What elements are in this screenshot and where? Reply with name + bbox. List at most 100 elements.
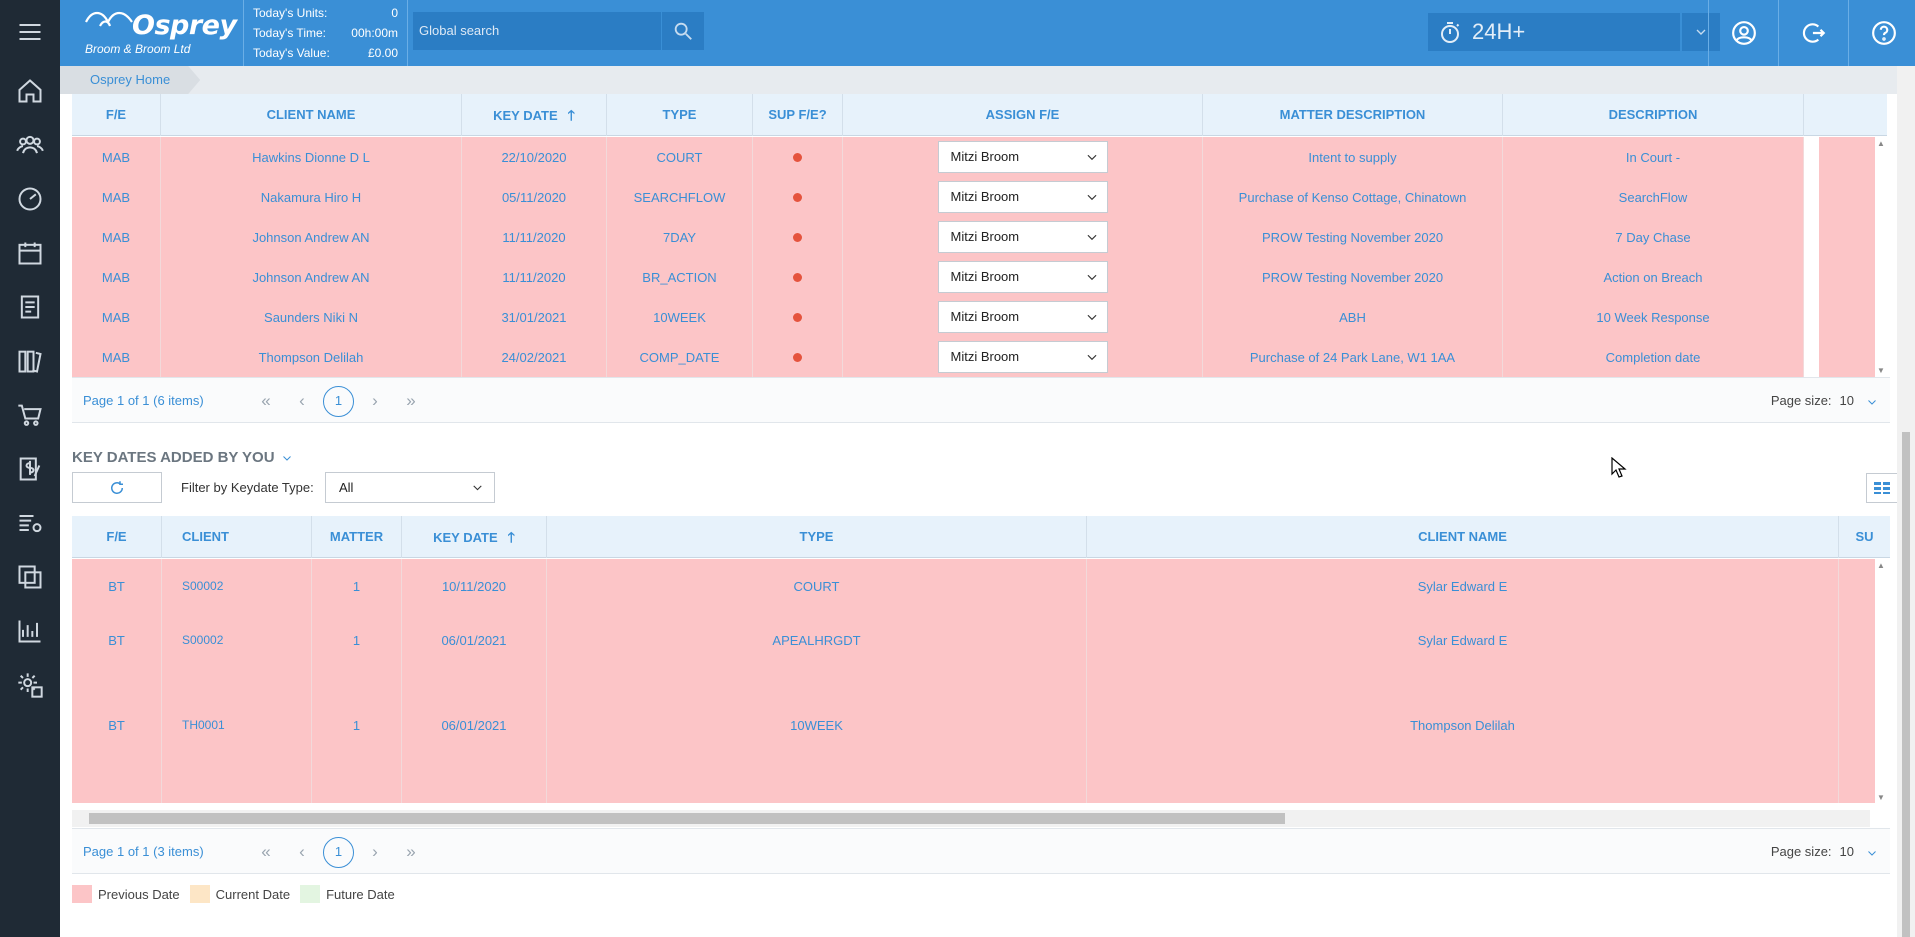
search-button[interactable] [662,12,704,50]
grid1-vertical-scrollbar[interactable]: ▲ ▼ [1875,137,1890,377]
page-size-selector[interactable]: Page size: 10 [1771,829,1878,875]
assign-fe-value: Mitzi Broom [950,349,1020,364]
today-value-value: £0.00 [367,46,398,60]
table-row[interactable]: MAB Saunders Niki N 31/01/2021 10WEEK Mitzi … [72,297,1875,337]
cell-fe-text: MAB [101,269,131,285]
global-search-input[interactable]: Global search [413,12,661,50]
cell-client-name: Thompson Delilah [161,337,462,377]
table-row[interactable]: MAB Johnson Andrew AN 11/11/2020 BR_ACTION M… [72,257,1875,297]
page-size-selector[interactable]: Page size: 10 [1771,378,1878,424]
col-matter[interactable]: MATTER [312,516,402,558]
cell-type: SEARCHFLOW [607,177,753,217]
col-fe[interactable]: F/E [72,94,161,136]
cell-client-name: Johnson Andrew AN [161,217,462,257]
assign-fe-select[interactable]: Mitzi Broom [937,341,1108,373]
table-row[interactable]: MAB Nakamura Hiro H 05/11/2020 SEARCHFLOW Mi… [72,177,1875,217]
table-row[interactable]: BT TH0001 1 06/01/2021 10WEEK Thompson Delila… [72,667,1890,803]
timer-display[interactable]: 24H+ [1428,13,1680,51]
main-content: F/E CLIENT NAME KEY DATE 🡑 TYPE SUP F/E? … [60,94,1915,937]
cell-description-text: Action on Breach [1603,269,1703,285]
cell-fe: MAB [72,337,161,377]
prev-page-button[interactable]: ‹ [284,842,320,862]
cell-description: SearchFlow [1503,177,1804,217]
cell-matter-description: PROW Testing November 2020 [1203,217,1503,257]
col-client-name[interactable]: CLIENT NAME [161,94,462,136]
scrollbar-thumb[interactable] [89,813,1285,824]
assign-fe-select[interactable]: Mitzi Broom [937,141,1108,173]
table-row[interactable]: BT S00002 1 10/11/2020 COURT Sylar Edward E [72,559,1890,613]
cell-type: 10WEEK [547,667,1087,803]
cell-sup-fe [753,257,843,297]
col-assign-fe[interactable]: ASSIGN F/E [843,94,1203,136]
cell-fe-text: BT [108,632,125,648]
sup-fe-indicator [793,352,802,362]
scrollbar-thumb[interactable] [1902,432,1910,937]
next-page-button[interactable]: › [357,391,393,411]
grid2-horizontal-scrollbar[interactable] [72,810,1870,827]
calendar-icon[interactable] [0,226,60,280]
home-icon[interactable] [0,64,60,118]
menu-icon[interactable] [0,0,60,64]
cell-matter-description-text: PROW Testing November 2020 [1261,269,1444,285]
list-settings-icon[interactable] [0,496,60,550]
cell-client-name: Johnson Andrew AN [161,257,462,297]
col-key-date[interactable]: KEY DATE 🡑 [462,94,607,136]
cell-assign-fe: Mitzi Broom [843,297,1203,337]
refresh-button[interactable] [72,472,162,503]
cell-client-name: Hawkins Dionne D L [161,137,462,177]
help-button[interactable] [1848,0,1915,66]
assign-fe-select[interactable]: Mitzi Broom [937,221,1108,253]
cart-icon[interactable] [0,388,60,442]
col-fe[interactable]: F/E [72,516,162,558]
cell-client: TH0001 [162,667,312,803]
document-icon[interactable] [0,280,60,334]
first-page-button[interactable]: « [248,391,284,411]
first-page-button[interactable]: « [248,842,284,862]
assign-fe-select[interactable]: Mitzi Broom [937,181,1108,213]
cell-client: S00002 [162,559,312,613]
table-row[interactable]: MAB Thompson Delilah 24/02/2021 COMP_DATE Mi… [72,337,1875,377]
assign-fe-select[interactable]: Mitzi Broom [937,261,1108,293]
logout-button[interactable] [1778,0,1848,66]
page-number-button[interactable]: 1 [323,385,354,417]
user-profile-button[interactable] [1708,0,1778,66]
grid2-vertical-scrollbar[interactable]: ▲ ▼ [1875,559,1890,804]
cell-type: 10WEEK [607,297,753,337]
next-page-button[interactable]: › [357,842,393,862]
clients-icon[interactable] [0,118,60,172]
reports-icon[interactable] [0,604,60,658]
column-chooser-button[interactable] [1866,473,1898,503]
assign-fe-select[interactable]: Mitzi Broom [937,301,1108,333]
col-matter-description[interactable]: MATTER DESCRIPTION [1203,94,1503,136]
table-row[interactable]: MAB Hawkins Dionne D L 22/10/2020 COURT Mitz… [72,137,1875,177]
date-legend: Previous Date Current Date Future Date [72,885,405,903]
cell-type-text: COURT [656,149,703,165]
dashboard-icon[interactable] [0,172,60,226]
section-title[interactable]: KEY DATES ADDED BY YOU [72,449,293,466]
col-type[interactable]: TYPE [547,516,1087,558]
today-time-value: 00h:00m [351,26,398,40]
billing-icon[interactable] [0,442,60,496]
col-sup-fe[interactable]: SU [1839,516,1890,558]
breadcrumb-home-link[interactable]: Osprey Home [60,66,200,94]
table-row[interactable]: MAB Johnson Andrew AN 11/11/2020 7DAY Mitzi … [72,217,1875,257]
col-type[interactable]: TYPE [607,94,753,136]
last-page-button[interactable]: » [393,842,429,862]
col-key-date[interactable]: KEY DATE 🡑 [402,516,547,558]
page-number-button[interactable]: 1 [323,836,354,868]
table-row[interactable]: BT S00002 1 06/01/2021 APEALHRGDT Sylar Edwar… [72,613,1890,667]
admin-settings-icon[interactable] [0,658,60,712]
keydate-type-filter[interactable]: All [325,472,495,503]
copy-icon[interactable] [0,550,60,604]
col-sup-fe[interactable]: SUP F/E? [753,94,843,136]
page-vertical-scrollbar[interactable] [1897,66,1915,937]
col-client[interactable]: CLIENT [162,516,312,558]
col-description[interactable]: DESCRIPTION [1503,94,1804,136]
assign-fe-value: Mitzi Broom [950,309,1020,324]
col-client-name[interactable]: CLIENT NAME [1087,516,1839,558]
cell-type: APEALHRGDT [547,613,1087,667]
last-page-button[interactable]: » [393,391,429,411]
prev-page-button[interactable]: ‹ [284,391,320,411]
bird-logo-icon [85,11,133,27]
library-icon[interactable] [0,334,60,388]
